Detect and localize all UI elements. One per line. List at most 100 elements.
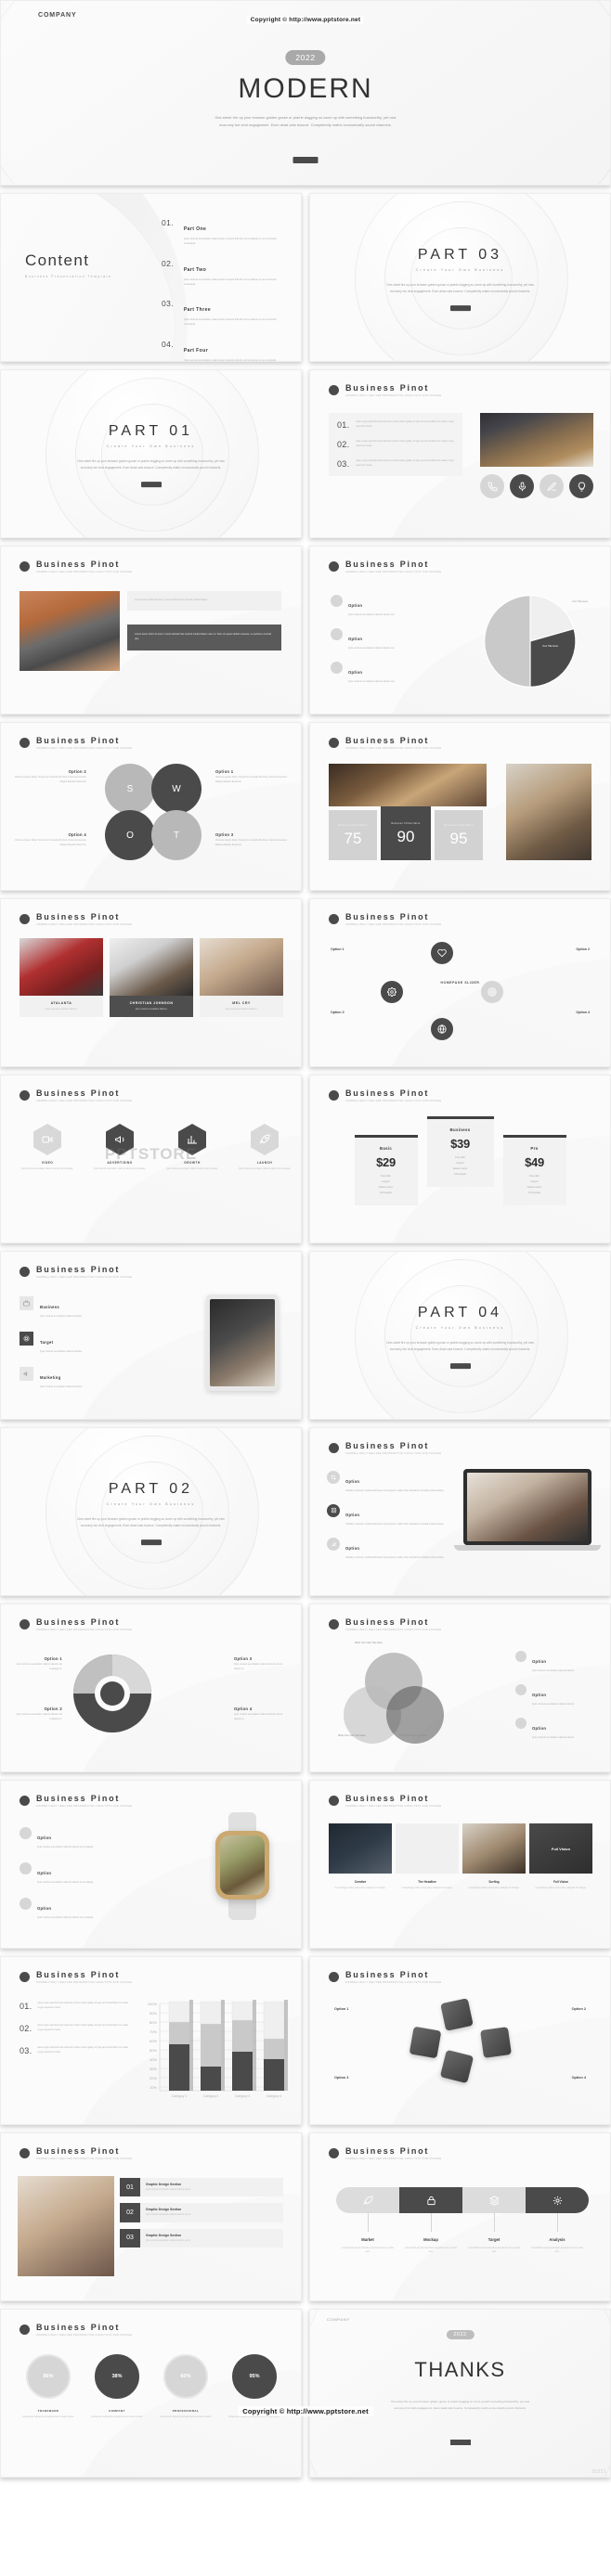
hero-cta-button[interactable] — [292, 157, 318, 163]
toc-item[interactable]: 02. Part Two Quis nostrud exercitation u… — [162, 259, 282, 288]
slide-team[interactable]: Business Pinot COMPELLINGLY DELIVER PROS… — [0, 898, 302, 1067]
list-item[interactable]: Option Quis nostrud exercitation ullamco… — [515, 1651, 595, 1674]
part-cta-button[interactable] — [449, 1363, 471, 1369]
edit-icon[interactable] — [540, 474, 564, 498]
list-item[interactable]: 01. Idea a type spechtel look unknown pr… — [337, 420, 454, 430]
toc-item[interactable]: 04. Part Four Quis nostrud exercitation … — [162, 340, 282, 361]
slide-part-02[interactable]: PART 02 Create Your Own Business One-she… — [0, 1427, 302, 1596]
target-icon[interactable] — [481, 981, 503, 1003]
toc-item[interactable]: 01. Part One Quis nostrud exercitation u… — [162, 218, 282, 247]
slide-hexagons[interactable]: Business Pinot COMPELLINGLY DELIVER PROS… — [0, 1075, 302, 1243]
list-item[interactable]: Option Globally empower multimedia based… — [327, 1537, 448, 1561]
slide-table-of-contents[interactable]: Content Business Presentation Template 0… — [0, 193, 302, 362]
stat-card[interactable]: Business Yellow Name 95 — [435, 810, 483, 860]
lock-icon[interactable] — [399, 2187, 462, 2213]
slide-thanks[interactable]: COMPANY 2022 THANKS One-sheet fire up yo… — [309, 2309, 611, 2478]
lightbulb-icon[interactable] — [569, 474, 593, 498]
slide-icon-list-tablet[interactable]: Business Pinot COMPELLINGLY DELIVER PROS… — [0, 1251, 302, 1420]
microphone-icon[interactable] — [510, 474, 534, 498]
toc-item[interactable]: 03. Part Three Quis nostrud exercitation… — [162, 299, 282, 328]
pricing-card-pro[interactable]: Pro $49 Free disk support feature name 1… — [502, 1135, 566, 1205]
phone-icon[interactable] — [480, 474, 504, 498]
slide-process[interactable]: Business Pinot COMPELLINGLY DELIVER PROS… — [309, 2132, 611, 2301]
list-item[interactable]: Option Quis nostrud exercitation ullamco… — [20, 1897, 129, 1921]
slide-stats[interactable]: Business Pinot COMPELLINGLY DELIVER PROS… — [309, 722, 611, 891]
swot-circle-t[interactable]: T — [151, 810, 202, 860]
cube[interactable] — [479, 2027, 512, 2058]
slide-pie-chart[interactable]: Business Pinot COMPELLINGLY DELIVER PROS… — [309, 546, 611, 715]
hexagon-item[interactable]: VIDEO Quis nostrud exercitation ullamco … — [20, 1124, 75, 1171]
percent-item[interactable]: 38% COMPANY Consectetur adipiscing elit … — [84, 2354, 150, 2419]
list-item[interactable]: 02. Idea a type spechtel look unknown pr… — [337, 440, 454, 449]
list-item[interactable]: 03. Idea a type spechtel look unknown pr… — [20, 2046, 129, 2055]
slide-swot[interactable]: Business Pinot COMPELLINGLY DELIVER PROS… — [0, 722, 302, 891]
process-step[interactable]: Analysis A wonderful serenity has taken … — [526, 2237, 589, 2255]
photo-card[interactable]: Creative Compellingly deliver prospectiv… — [329, 1823, 392, 1890]
stat-card[interactable]: Business Yellow Name 75 — [329, 810, 377, 860]
cube[interactable] — [409, 2026, 441, 2059]
swot-circle-o[interactable]: O — [105, 810, 155, 860]
pricing-card-basic[interactable]: Basic $29 Free disk support feature name… — [354, 1135, 418, 1205]
layers-icon[interactable] — [462, 2187, 526, 2213]
thanks-cta-button[interactable] — [449, 2440, 471, 2445]
slide-watch[interactable]: Business Pinot COMPELLINGLY DELIVER PROS… — [0, 1780, 302, 1949]
smartwatch-device[interactable] — [215, 1831, 269, 1900]
slide-photo-text-cards[interactable]: Business Pinot COMPELLINGLY DELIVER PROS… — [0, 546, 302, 715]
list-item[interactable]: Target Quis nostrud exercitation ullamco… — [20, 1331, 159, 1355]
list-item[interactable]: 01. Idea a type spechtel look unknown pr… — [20, 2002, 129, 2011]
legend-item[interactable]: Option Quis nostrud exercitation ullamco… — [331, 661, 442, 685]
rocket-icon[interactable] — [336, 2187, 399, 2213]
list-item[interactable]: Option Quis nostrud exercitation ullamco… — [515, 1683, 595, 1707]
slide-part-04[interactable]: PART 04 Create Your Own Business One-she… — [309, 1251, 611, 1420]
stat-card-featured[interactable]: Business Yellow Name 90 — [381, 806, 431, 860]
process-step[interactable]: Market A wonderful serenity has taken po… — [336, 2237, 399, 2255]
swot-circle-w[interactable]: W — [151, 764, 202, 814]
part-cta-button[interactable] — [140, 482, 162, 487]
photo-card[interactable]: The Headline Compellingly deliver prospe… — [396, 1823, 459, 1890]
laptop-device[interactable] — [454, 1469, 601, 1551]
percent-item[interactable]: 60% PROFESSIONAL Consectetur adipiscing … — [153, 2354, 218, 2419]
list-item[interactable]: Option Globally empower multimedia based… — [327, 1471, 448, 1494]
slide-photo-cards[interactable]: Business Pinot COMPELLINGLY DELIVER PROS… — [309, 1780, 611, 1949]
text-card-dark[interactable]: Lorem ipsum dolor sit amet, in iusto det… — [127, 625, 281, 650]
slide-image-cards[interactable]: Business Pinot COMPELLINGLY DELIVER PROS… — [0, 2132, 302, 2301]
slide-pricing[interactable]: Business Pinot COMPELLINGLY DELIVER PROS… — [309, 1075, 611, 1243]
list-item[interactable]: Marketing Quis nostrud exercitation ulla… — [20, 1366, 159, 1390]
swot-circle-s[interactable]: S — [105, 764, 155, 814]
team-member-card[interactable]: CHRISTIAN JOHNSON Quis nostrud exercitat… — [110, 938, 193, 1018]
legend-item[interactable]: Option Quis nostrud exercitation ullamco… — [331, 627, 442, 651]
globe-icon[interactable] — [431, 1018, 453, 1040]
tablet-device[interactable] — [206, 1294, 279, 1391]
cube[interactable] — [439, 2049, 474, 2084]
list-item[interactable]: 02. Idea a type spechtel look unknown pr… — [20, 2024, 129, 2033]
legend-item[interactable]: Option Quis nostrud exercitation ullamco… — [331, 595, 442, 618]
process-step[interactable]: Mockup A wonderful serenity has taken po… — [399, 2237, 462, 2255]
slide-donut[interactable]: Business Pinot COMPELLINGLY DELIVER PROS… — [0, 1604, 302, 1772]
image-card[interactable]: 03 Graphic Design Section Quis nostrud e… — [120, 2228, 283, 2248]
cube[interactable] — [439, 1998, 474, 2031]
slide-numbered-list[interactable]: Business Pinot COMPELLINGLY DELIVER PROS… — [309, 369, 611, 538]
process-step[interactable]: Target A wonderful serenity has taken po… — [462, 2237, 526, 2255]
photo-card[interactable]: Full Vision Full Vision Compellingly del… — [529, 1823, 592, 1890]
photo-card[interactable]: Surfing Compellingly deliver prospective… — [462, 1823, 526, 1890]
part-cta-button[interactable] — [449, 305, 471, 311]
list-item[interactable]: Option Quis nostrud exercitation ullamco… — [20, 1861, 129, 1886]
heart-icon[interactable] — [431, 942, 453, 964]
hexagon-item[interactable]: LAUNCH Quis nostrud exercitation ullamco… — [237, 1124, 292, 1171]
image-card[interactable]: 01 Graphic Design Section Quis nostrud e… — [120, 2178, 283, 2197]
text-card-light[interactable]: Lorem ipsum dolor sit amet, in iusto det… — [127, 591, 281, 611]
slide-cover[interactable]: COMPANY Copyright © http://www.pptstore.… — [0, 0, 611, 186]
slide-cubes[interactable]: Business Pinot COMPELLINGLY DELIVER PROS… — [309, 1956, 611, 2125]
pricing-card-business[interactable]: Business $39 Free disk support feature n… — [426, 1116, 494, 1187]
slide-laptop-options[interactable]: Business Pinot COMPELLINGLY DELIVER PROS… — [309, 1427, 611, 1596]
part-cta-button[interactable] — [140, 1539, 162, 1545]
slide-part-01[interactable]: PART 01 Create Your Own Business One-she… — [0, 369, 302, 538]
image-card[interactable]: 02 Graphic Design Section Quis nostrud e… — [120, 2203, 283, 2222]
gear-icon[interactable] — [381, 981, 403, 1003]
slide-bar-chart[interactable]: Business Pinot COMPELLINGLY DELIVER PROS… — [0, 1956, 302, 2125]
percent-item[interactable]: 86% TRADEMARK Consectetur adipiscing eli… — [16, 2354, 81, 2419]
list-item[interactable]: Business Quis nostrud exercitation ullam… — [20, 1296, 159, 1320]
slide-percent-circles[interactable]: Business Pinot COMPELLINGLY DELIVER PROS… — [0, 2309, 302, 2478]
list-item[interactable]: Option Quis nostrud exercitation ullamco… — [515, 1717, 595, 1741]
slide-circle-options[interactable]: Business Pinot COMPELLINGLY DELIVER PROS… — [309, 898, 611, 1067]
